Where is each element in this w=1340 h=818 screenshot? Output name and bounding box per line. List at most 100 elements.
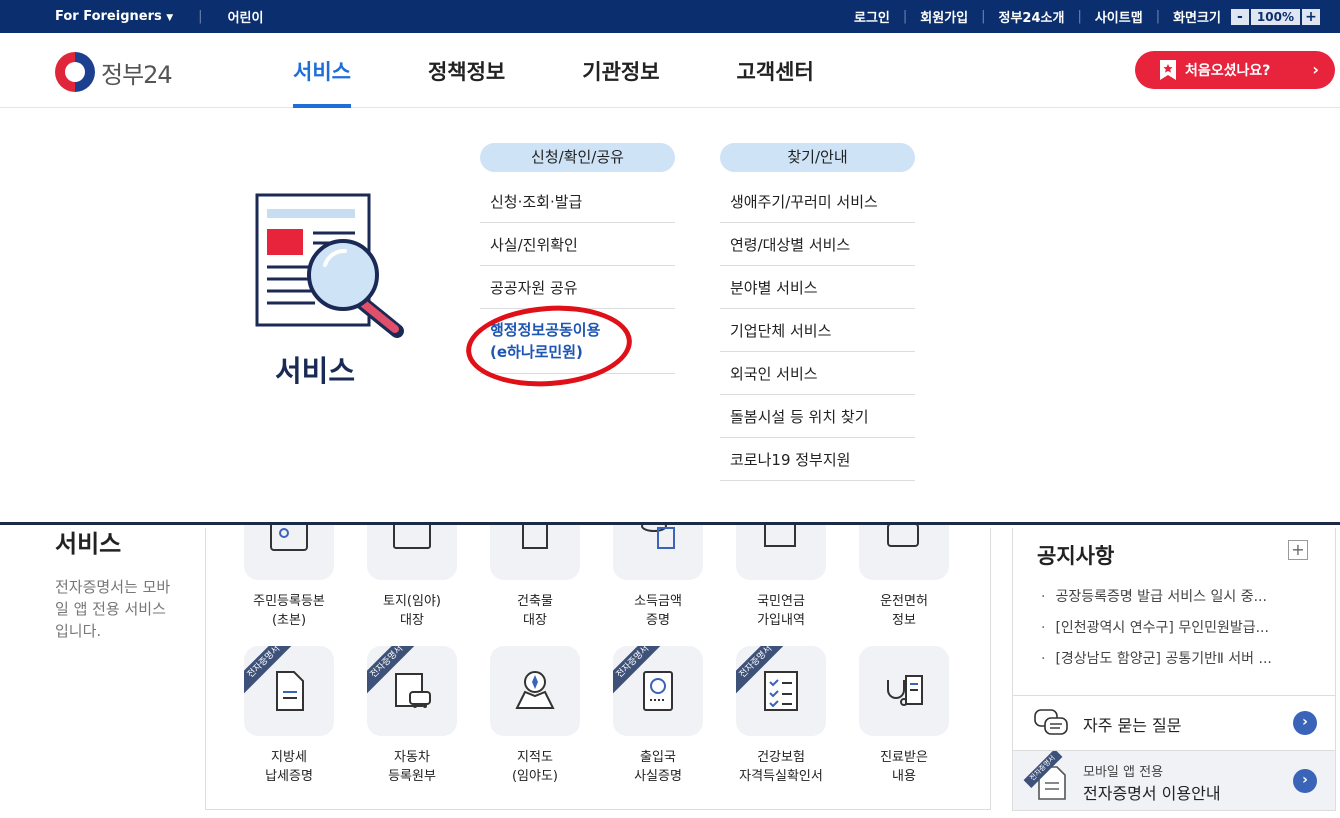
- service-label: (임야도): [511, 769, 559, 784]
- service-vehicle-register[interactable]: 전자증명서 자동차 등록원부: [357, 646, 467, 786]
- checklist-icon: [764, 671, 798, 711]
- service-medical-history[interactable]: 진료받은내용: [849, 646, 959, 786]
- divider: |: [1077, 9, 1082, 24]
- main-header: 정부24 서비스 정책정보 기관정보 고객센터 처음오셨나요? ›: [0, 33, 1340, 108]
- menu-column-heading: 찾기/안내: [720, 143, 915, 172]
- menu-item-foreigner[interactable]: 외국인 서비스: [720, 352, 915, 395]
- service-label: 건강보험: [757, 750, 805, 765]
- service-label: 지방세: [271, 750, 307, 765]
- service-local-tax[interactable]: 전자증명서 지방세납세증명: [234, 646, 344, 786]
- nav-policy[interactable]: 정책정보: [428, 33, 505, 108]
- taegeuk-logo-icon: [55, 52, 95, 92]
- kids-link[interactable]: 어린이: [228, 7, 264, 26]
- for-foreigners-menu[interactable]: For Foreigners ▼: [55, 9, 173, 24]
- caret-down-icon: ▼: [166, 13, 174, 23]
- notice-item[interactable]: [인천광역시 연수구] 무인민원발급...: [1041, 617, 1272, 648]
- service-label: 내용: [892, 769, 916, 784]
- tile: 전자증명서: [244, 646, 334, 736]
- menu-item-lifecycle[interactable]: 생애주기/꾸러미 서비스: [720, 180, 915, 223]
- main-nav: 서비스 정책정보 기관정보 고객센터: [293, 33, 814, 108]
- divider: |: [902, 9, 908, 24]
- menu-item-covid[interactable]: 코로나19 정부지원: [720, 438, 915, 481]
- signup-link[interactable]: 회원가입: [920, 7, 968, 26]
- file-icon: [276, 671, 304, 711]
- menu-column-find: 찾기/안내 생애주기/꾸러미 서비스 연령/대상별 서비스 분야별 서비스 기업…: [720, 143, 915, 481]
- menu-item-care-facility[interactable]: 돌봄시설 등 위치 찾기: [720, 395, 915, 438]
- service-label: 사실증명: [634, 769, 682, 784]
- divider: |: [981, 9, 986, 24]
- nav-support[interactable]: 고객센터: [737, 33, 814, 108]
- mega-menu-title: 서비스: [275, 354, 356, 388]
- service-label: 자격득실확인서: [739, 769, 823, 784]
- divider: |: [1155, 9, 1161, 24]
- chevron-right-icon: ›: [1293, 711, 1317, 735]
- menu-item-field[interactable]: 분야별 서비스: [720, 266, 915, 309]
- notice-more-button[interactable]: +: [1288, 540, 1308, 560]
- service-label: 증명: [646, 613, 670, 628]
- mobile-app-label: 모바일 앱 전용: [1083, 765, 1164, 780]
- notice-item[interactable]: 공장등록증명 발급 서비스 일시 중...: [1041, 586, 1272, 617]
- tile: [859, 646, 949, 736]
- menu-item-verify-fact[interactable]: 사실/진위확인: [480, 223, 675, 266]
- menu-item-business[interactable]: 기업단체 서비스: [720, 309, 915, 352]
- service-cadastral-map[interactable]: 지적도 (임야도): [480, 646, 590, 786]
- mobile-cert-label: 전자증명서 이용안내: [1083, 784, 1221, 803]
- first-visit-button[interactable]: 처음오셨나요? ›: [1135, 51, 1335, 89]
- service-section-desc: 전자증명서는 모바일 앱 전용 서비스입니다.: [55, 578, 171, 640]
- service-label: 소득금액: [634, 594, 682, 609]
- service-label: 토지(임야): [383, 594, 441, 609]
- service-label: 국민연금: [757, 594, 805, 609]
- site-logo[interactable]: 정부24: [55, 52, 173, 92]
- service-immigration[interactable]: 전자증명서 출입국 사실증명: [603, 646, 713, 786]
- service-health-insurance[interactable]: 전자증명서 건강보험자격득실확인서: [726, 646, 836, 786]
- passport-icon: [643, 671, 673, 711]
- stethoscope-clipboard-icon: [887, 675, 923, 706]
- document-magnifier-icon: [255, 193, 404, 338]
- screen-size-label: 화면크기: [1173, 11, 1221, 26]
- service-label: 대장: [400, 613, 424, 628]
- service-label: 대장: [523, 613, 547, 628]
- tile: 전자증명서: [613, 646, 703, 736]
- zoom-in-button[interactable]: +: [1302, 8, 1320, 25]
- about-link[interactable]: 정부24소개: [999, 7, 1065, 26]
- zoom-value: 100%: [1250, 8, 1300, 25]
- mobile-cert-icon: 전자증명서: [1023, 751, 1069, 800]
- nav-service[interactable]: 서비스: [293, 33, 351, 108]
- menu-item-apply-issue[interactable]: 신청·조회·발급: [480, 180, 675, 223]
- service-section-title: 서비스: [55, 530, 122, 558]
- top-utility-bar: For Foreigners ▼ | 어린이 로그인 | 회원가입 | 정부24…: [0, 0, 1340, 33]
- service-label: 정보: [892, 613, 916, 628]
- star-bookmark-icon: [1160, 60, 1176, 80]
- service-label: 운전면허: [880, 594, 928, 609]
- service-label: (초본): [271, 613, 307, 628]
- divider: |: [198, 9, 203, 24]
- service-label: 지적도: [517, 750, 553, 765]
- menu-column-heading: 신청/확인/공유: [480, 143, 675, 172]
- service-mega-menu: 서비스 신청/확인/공유 신청·조회·발급 사실/진위확인 공공자원 공유 행정…: [0, 108, 1340, 525]
- service-grid: 주민등록등본 (초본) 토지(임야) 대장 건축물 대장 소득금액 증명 국민연금 가입내…: [205, 490, 991, 810]
- notice-title: 공지사항: [1037, 544, 1115, 568]
- tile: 전자증명서: [736, 646, 826, 736]
- tile: 전자증명서: [367, 646, 457, 736]
- sitemap-link[interactable]: 사이트맵: [1095, 7, 1143, 26]
- zoom-out-button[interactable]: -: [1230, 8, 1249, 25]
- service-label: 납세증명: [265, 769, 313, 784]
- for-foreigners-label: For Foreigners: [55, 9, 162, 24]
- chevron-right-icon: ›: [1293, 769, 1317, 793]
- chevron-right-icon: ›: [1312, 60, 1319, 79]
- service-label: 건축물: [517, 594, 553, 609]
- map-compass-icon: [515, 671, 555, 709]
- mobile-cert-guide-link[interactable]: 전자증명서 모바일 앱 전용 전자증명서 이용안내 ›: [1012, 751, 1336, 811]
- nav-agency[interactable]: 기관정보: [582, 33, 659, 108]
- notice-item[interactable]: [경상남도 함양군] 공통기반Ⅱ 서버 ...: [1041, 648, 1271, 679]
- zoom-control: - 100% +: [1230, 8, 1320, 25]
- menu-item-age-target[interactable]: 연령/대상별 서비스: [720, 223, 915, 266]
- notice-panel: 공지사항 + 공장등록증명 발급 서비스 일시 중... [인천광역시 연수구]…: [1012, 528, 1336, 696]
- tile: [490, 646, 580, 736]
- car-document-icon: [395, 673, 431, 708]
- login-link[interactable]: 로그인: [854, 7, 890, 26]
- faq-link[interactable]: 자주 묻는 질문 ›: [1012, 696, 1336, 751]
- menu-item-public-resource[interactable]: 공공자원 공유: [480, 266, 675, 309]
- service-label: 진료받은: [880, 750, 928, 765]
- service-label: 등록원부: [388, 769, 436, 784]
